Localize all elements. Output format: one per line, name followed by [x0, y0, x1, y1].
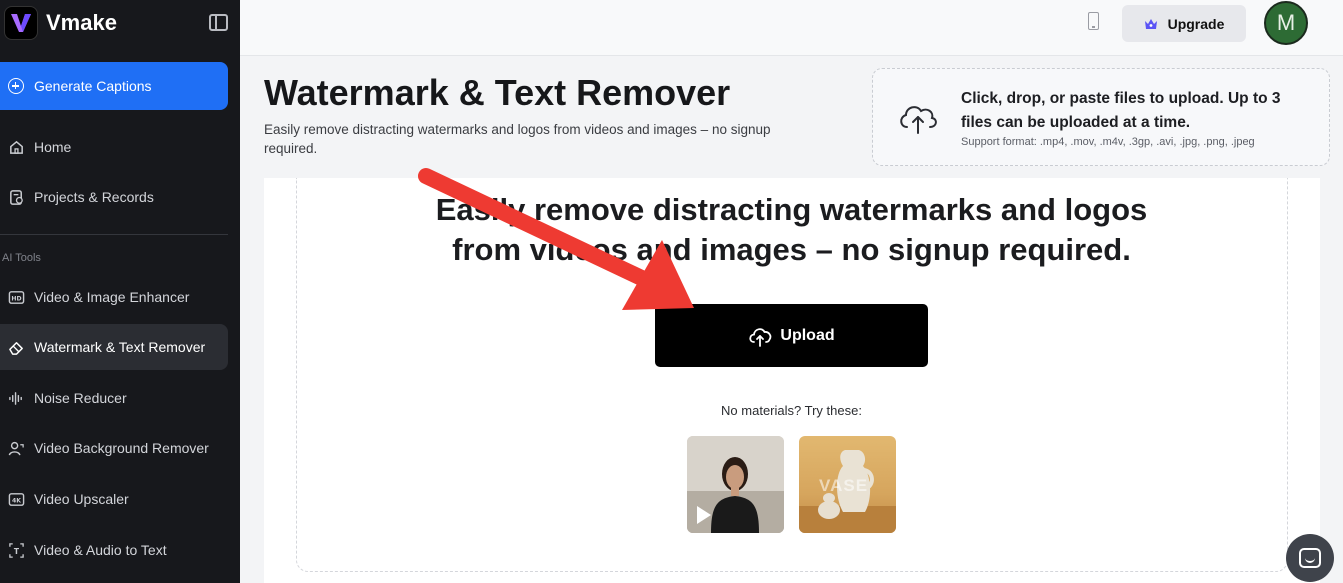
sidebar-item-projects[interactable]: Projects & Records	[0, 174, 228, 220]
sidebar-item-label: Noise Reducer	[34, 390, 127, 406]
home-icon	[7, 138, 25, 156]
sidebar-item-label: Projects & Records	[34, 189, 154, 205]
sidebar-item-watermark-remover[interactable]: Watermark & Text Remover	[0, 324, 228, 370]
sidebar-item-enhancer[interactable]: HD Video & Image Enhancer	[0, 274, 228, 320]
plus-circle-icon	[8, 78, 24, 94]
hero-heading-line-2: from videos and images – no signup requi…	[452, 232, 1131, 267]
sidebar-item-label: Home	[34, 139, 72, 155]
sidebar-item-label: Video Upscaler	[34, 491, 129, 507]
cloud-upload-icon	[900, 106, 937, 134]
sample-video-thumbnail[interactable]	[687, 436, 784, 533]
avatar[interactable]: M	[1264, 1, 1308, 45]
text-box-icon: T	[7, 541, 25, 559]
sidebar-item-label: Video & Audio to Text	[34, 542, 167, 558]
cloud-upload-icon	[749, 327, 772, 347]
mobile-phone-icon[interactable]	[1088, 12, 1099, 30]
page-description: Easily remove distracting watermarks and…	[264, 122, 771, 156]
4k-icon: 4K	[7, 490, 25, 508]
sidebar-item-upscaler[interactable]: 4K Video Upscaler	[0, 476, 228, 522]
sidebar-item-home[interactable]: Home	[0, 124, 228, 170]
upload-button[interactable]: Upload	[655, 304, 928, 367]
top-bar: Upgrade M	[240, 0, 1343, 56]
eraser-icon	[7, 338, 25, 356]
brand[interactable]: Vmake	[4, 6, 117, 40]
sidebar-divider	[0, 234, 228, 235]
projects-icon	[7, 188, 25, 206]
upload-button-label: Upload	[780, 326, 835, 344]
sidebar-item-label: Video & Image Enhancer	[34, 289, 190, 305]
person-remove-icon	[7, 439, 25, 457]
supported-formats: Support format: .mp4, .mov, .m4v, .3gp, …	[961, 136, 1255, 148]
svg-text:T: T	[13, 546, 19, 555]
chat-support-button[interactable]	[1286, 534, 1334, 582]
sidebar: Vmake Generate Captions Home Projects & …	[0, 0, 240, 583]
vmake-logo-icon	[4, 6, 38, 40]
hd-icon: HD	[7, 288, 25, 306]
sample-image-thumbnail[interactable]: VASE	[799, 436, 896, 533]
watermark-text: VASE	[819, 476, 869, 495]
crown-icon	[1144, 18, 1157, 29]
upgrade-button[interactable]: Upgrade	[1122, 5, 1246, 42]
generate-captions-label: Generate Captions	[34, 78, 152, 94]
svg-text:4K: 4K	[11, 497, 20, 504]
hero-heading-line-1: Easily remove distracting watermarks and…	[435, 192, 1148, 227]
generate-captions-button[interactable]: Generate Captions	[0, 62, 228, 110]
play-icon	[697, 506, 711, 524]
sidebar-item-label: Video Background Remover	[34, 440, 209, 456]
waveform-icon	[7, 389, 25, 407]
page-title: Watermark & Text Remover	[264, 72, 731, 113]
sidebar-item-noise-reducer[interactable]: Noise Reducer	[0, 375, 228, 421]
section-label-ai-tools: AI Tools	[2, 252, 41, 264]
sidebar-item-background-remover[interactable]: Video Background Remover	[0, 425, 228, 471]
upgrade-label: Upgrade	[1167, 15, 1225, 32]
dropzone-title: Click, drop, or paste files to upload. U…	[961, 90, 1281, 131]
sidebar-toggle-icon[interactable]	[209, 14, 228, 31]
brand-name: Vmake	[46, 10, 117, 35]
sidebar-item-audio-to-text[interactable]: T Video & Audio to Text	[0, 527, 228, 573]
sidebar-item-label: Watermark & Text Remover	[34, 339, 206, 355]
svg-text:HD: HD	[11, 295, 21, 302]
chat-icon	[1299, 548, 1321, 568]
sample-prompt: No materials? Try these:	[721, 403, 862, 418]
upload-dropzone[interactable]: Click, drop, or paste files to upload. U…	[872, 68, 1330, 166]
